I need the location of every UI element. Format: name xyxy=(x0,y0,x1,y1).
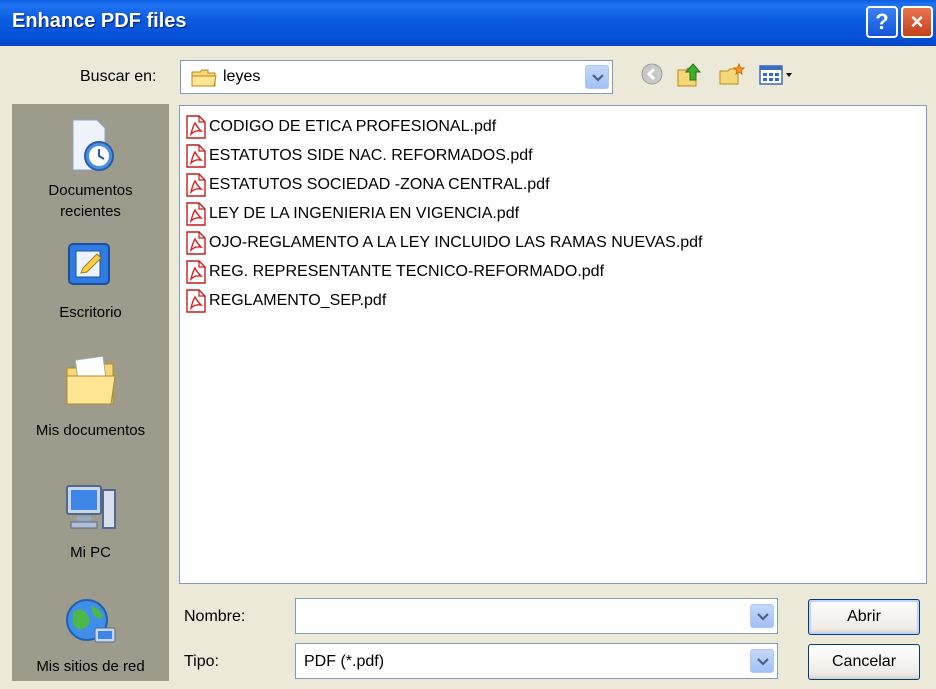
window-title: Enhance PDF files xyxy=(12,10,187,32)
file-item[interactable]: ESTATUTOS SOCIEDAD -ZONA CENTRAL.pdf xyxy=(185,172,550,198)
back-icon[interactable] xyxy=(640,62,664,91)
pdf-file-icon xyxy=(186,289,206,313)
pdf-file-icon xyxy=(186,173,206,197)
file-item[interactable]: OJO-REGLAMENTO A LA LEY INCLUIDO LAS RAM… xyxy=(185,230,703,256)
file-name: ESTATUTOS SOCIEDAD -ZONA CENTRAL.pdf xyxy=(209,176,550,193)
network-places-icon xyxy=(65,599,115,643)
chevron-down-icon[interactable] xyxy=(585,65,609,89)
lookin-label: Buscar en: xyxy=(80,68,157,85)
chevron-down-icon[interactable] xyxy=(750,649,774,673)
file-name: ESTATUTOS SIDE NAC. REFORMADOS.pdf xyxy=(209,147,533,164)
place-label: Mi PC xyxy=(70,544,111,561)
file-item[interactable]: CODIGO DE ETICA PROFESIONAL.pdf xyxy=(185,114,496,140)
filetype-value: PDF (*.pdf) xyxy=(304,653,385,670)
file-name: REG. REPRESENTANTE TECNICO-REFORMADO.pdf xyxy=(209,263,605,280)
place-label: Escritorio xyxy=(59,304,122,321)
pdf-file-icon xyxy=(186,202,206,226)
pdf-file-icon xyxy=(186,260,206,284)
view-menu-icon[interactable] xyxy=(758,62,794,93)
pdf-file-icon xyxy=(186,115,206,139)
place-my-documents[interactable]: Mis documentos xyxy=(12,350,169,441)
place-recent-documents[interactable]: Documentos recientes xyxy=(12,116,169,222)
file-name: OJO-REGLAMENTO A LA LEY INCLUIDO LAS RAM… xyxy=(209,234,703,251)
place-label: Documentos xyxy=(48,182,133,199)
open-button[interactable]: Abrir xyxy=(808,599,920,635)
place-my-computer[interactable]: Mi PC xyxy=(12,480,169,563)
file-item[interactable]: REGLAMENTO_SEP.pdf xyxy=(185,288,386,314)
file-item[interactable]: LEY DE LA INGENIERIA EN VIGENCIA.pdf xyxy=(185,201,519,227)
filetype-select[interactable]: PDF (*.pdf) xyxy=(295,643,778,679)
close-button[interactable]: × xyxy=(901,6,933,38)
file-name: LEY DE LA INGENIERIA EN VIGENCIA.pdf xyxy=(209,205,520,222)
pdf-file-icon xyxy=(186,231,206,255)
my-documents-icon xyxy=(66,355,116,405)
place-label: Mis sitios de red xyxy=(36,658,145,675)
lookin-value: leyes xyxy=(223,68,261,85)
lookin-dropdown[interactable]: leyes xyxy=(180,60,613,94)
place-network-places[interactable]: Mis sitios de red xyxy=(12,592,169,677)
chevron-down-icon[interactable] xyxy=(750,604,774,628)
cancel-button[interactable]: Cancelar xyxy=(808,644,920,680)
pdf-file-icon xyxy=(186,144,206,168)
file-item[interactable]: REG. REPRESENTANTE TECNICO-REFORMADO.pdf xyxy=(185,259,604,285)
recent-documents-icon xyxy=(72,119,114,171)
filename-label: Nombre: xyxy=(184,608,246,625)
desktop-icon xyxy=(67,243,110,285)
file-name: CODIGO DE ETICA PROFESIONAL.pdf xyxy=(209,118,497,135)
new-folder-icon[interactable] xyxy=(718,62,746,93)
place-desktop[interactable]: Escritorio xyxy=(12,238,169,323)
title-bar: Enhance PDF files ? × xyxy=(0,0,936,46)
my-computer-icon xyxy=(65,485,116,529)
place-label: Mis documentos xyxy=(35,422,146,439)
folder-icon xyxy=(191,68,217,93)
help-button[interactable]: ? xyxy=(866,6,898,38)
file-name: REGLAMENTO_SEP.pdf xyxy=(209,292,387,309)
file-item[interactable]: ESTATUTOS SIDE NAC. REFORMADOS.pdf xyxy=(185,143,533,169)
place-label: recientes xyxy=(60,203,121,220)
filetype-label: Tipo: xyxy=(184,653,219,670)
file-list[interactable]: CODIGO DE ETICA PROFESIONAL.pdf ESTATUTOS… xyxy=(179,105,927,584)
up-folder-icon[interactable] xyxy=(676,62,704,93)
places-bar: Documentos recientes Escritorio Mis docu… xyxy=(12,104,169,681)
filename-field[interactable] xyxy=(295,598,778,634)
